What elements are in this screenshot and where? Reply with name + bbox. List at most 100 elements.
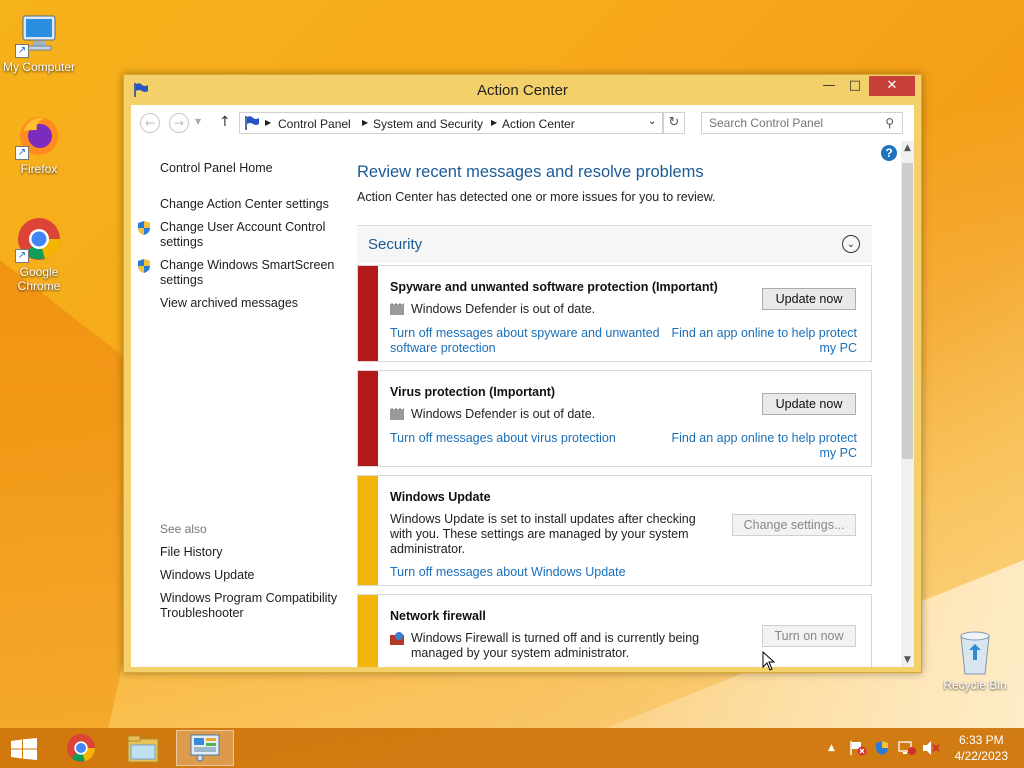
security-section-label: Security bbox=[368, 236, 423, 253]
flag-icon bbox=[244, 115, 260, 134]
security-section-header[interactable]: Security ⌄ bbox=[357, 225, 872, 263]
refresh-button[interactable]: ↻ bbox=[663, 112, 685, 134]
search-input[interactable] bbox=[702, 113, 872, 133]
scroll-down-arrow-icon[interactable]: ▼ bbox=[901, 655, 914, 665]
view-archived-messages-link[interactable]: View archived messages bbox=[160, 296, 340, 311]
action-center-flag-icon[interactable] bbox=[849, 740, 867, 760]
defender-icon bbox=[390, 303, 404, 315]
turn-on-now-button[interactable]: Turn on now bbox=[762, 625, 856, 647]
uac-shield-icon bbox=[137, 220, 151, 236]
file-history-link[interactable]: File History bbox=[160, 545, 340, 560]
main-content: ? Review recent messages and resolve pro… bbox=[351, 141, 914, 667]
chevron-right-icon: ▶ bbox=[491, 118, 498, 127]
windows-logo-icon bbox=[11, 738, 37, 760]
desktop-icon-label: Firefox bbox=[20, 162, 58, 176]
change-settings-button[interactable]: Change settings... bbox=[732, 514, 856, 536]
card-title: Network firewall bbox=[390, 609, 486, 623]
severity-stripe bbox=[358, 266, 378, 361]
page-title: Review recent messages and resolve probl… bbox=[357, 163, 704, 181]
turn-off-virus-messages-link[interactable]: Turn off messages about virus protection bbox=[390, 431, 660, 446]
severity-stripe bbox=[358, 371, 378, 466]
close-button[interactable]: ✕ bbox=[869, 76, 915, 96]
compatibility-troubleshooter-link[interactable]: Windows Program Compatibility Troublesho… bbox=[160, 591, 340, 621]
breadcrumb-control-panel[interactable]: Control Panel bbox=[278, 117, 351, 131]
sidebar: Control Panel Home Change Action Center … bbox=[131, 141, 351, 667]
breadcrumb-system-security[interactable]: System and Security bbox=[373, 117, 483, 131]
control-panel-icon bbox=[190, 734, 220, 762]
desktop-icon-firefox[interactable]: ↗ Firefox bbox=[1, 112, 77, 176]
card-message: Windows Defender is out of date. bbox=[411, 407, 596, 421]
windows-update-link[interactable]: Windows Update bbox=[160, 568, 340, 583]
card-title: Spyware and unwanted software protection… bbox=[390, 280, 718, 294]
firefox-icon: ↗ bbox=[15, 112, 63, 160]
title-bar[interactable]: Action Center — □ ✕ bbox=[124, 75, 921, 105]
change-uac-settings-link[interactable]: Change User Account Control settings bbox=[160, 220, 340, 250]
forward-button[interactable]: → bbox=[169, 113, 189, 133]
up-icon[interactable]: ↑ bbox=[219, 114, 231, 130]
action-center-window: Action Center — □ ✕ ← → ▼ ↑ ▶ Control Pa… bbox=[123, 74, 922, 673]
find-app-online-link[interactable]: Find an app online to help protect my PC bbox=[667, 326, 857, 356]
volume-muted-icon[interactable] bbox=[922, 740, 940, 760]
navigation-bar: ← → ▼ ↑ ▶ Control Panel ▶ System and Sec… bbox=[131, 105, 914, 141]
severity-stripe bbox=[358, 595, 378, 667]
desktop-icon-recycle-bin[interactable]: Recycle Bin bbox=[937, 630, 1013, 692]
desktop-icon-label: Google Chrome bbox=[17, 265, 61, 293]
breadcrumb-action-center[interactable]: Action Center bbox=[502, 117, 575, 131]
shortcut-arrow-icon: ↗ bbox=[15, 44, 29, 58]
severity-stripe bbox=[358, 476, 378, 585]
chevron-down-icon[interactable]: ⌄ bbox=[842, 235, 860, 253]
clock-time: 6:33 PM bbox=[958, 733, 1004, 747]
window-title: Action Center bbox=[477, 82, 568, 99]
scroll-up-arrow-icon[interactable]: ▲ bbox=[901, 143, 914, 153]
folder-icon bbox=[127, 735, 159, 763]
shortcut-arrow-icon: ↗ bbox=[15, 146, 29, 160]
desktop-icon-label: Recycle Bin bbox=[943, 678, 1007, 692]
search-icon[interactable]: ⚲ bbox=[885, 116, 894, 130]
change-action-center-settings-link[interactable]: Change Action Center settings bbox=[160, 197, 340, 212]
find-app-online-link[interactable]: Find an app online to help protect my PC bbox=[667, 431, 857, 461]
defender-icon bbox=[390, 408, 404, 420]
maximize-button[interactable]: □ bbox=[841, 76, 869, 96]
chevron-down-icon[interactable]: ⌄ bbox=[648, 116, 656, 127]
start-button[interactable] bbox=[0, 730, 48, 766]
turn-off-windows-update-messages-link[interactable]: Turn off messages about Windows Update bbox=[390, 565, 690, 580]
vertical-scrollbar[interactable]: ▲ ▼ bbox=[901, 141, 914, 667]
recycle-bin-icon bbox=[955, 630, 995, 676]
address-bar[interactable]: ▶ Control Panel ▶ System and Security ▶ … bbox=[239, 112, 663, 134]
control-panel-home-link[interactable]: Control Panel Home bbox=[160, 161, 340, 176]
mouse-cursor-icon bbox=[762, 651, 776, 671]
clock-date: 4/22/2023 bbox=[954, 749, 1008, 763]
network-shield-icon[interactable] bbox=[875, 740, 889, 760]
back-button[interactable]: ← bbox=[140, 113, 160, 133]
uac-shield-icon bbox=[137, 258, 151, 274]
search-box[interactable]: ⚲ bbox=[701, 112, 903, 134]
minimize-button[interactable]: — bbox=[815, 76, 843, 96]
card-message: Windows Defender is out of date. bbox=[411, 302, 596, 316]
network-firewall-card: Network firewall Windows Firewall is tur… bbox=[357, 594, 872, 667]
windows-update-card: Windows Update Windows Update is set to … bbox=[357, 475, 872, 586]
card-message: Windows Update is set to install updates… bbox=[390, 512, 696, 556]
window-client: ← → ▼ ↑ ▶ Control Panel ▶ System and Sec… bbox=[131, 105, 914, 667]
taskbar-chrome[interactable] bbox=[52, 730, 110, 766]
update-now-button[interactable]: Update now bbox=[762, 393, 856, 415]
taskbar: ▲ 6:33 PM 4/22/2023 bbox=[0, 728, 1024, 768]
desktop-icon-chrome[interactable]: ↗ Google Chrome bbox=[1, 215, 77, 293]
card-message: Windows Firewall is turned off and is cu… bbox=[411, 631, 700, 660]
taskbar-file-explorer[interactable] bbox=[114, 730, 172, 766]
spyware-protection-card: Spyware and unwanted software protection… bbox=[357, 265, 872, 362]
system-clock[interactable]: 6:33 PM 4/22/2023 bbox=[955, 732, 1008, 764]
change-smartscreen-settings-link[interactable]: Change Windows SmartScreen settings bbox=[160, 258, 340, 288]
turn-off-spyware-messages-link[interactable]: Turn off messages about spyware and unwa… bbox=[390, 326, 660, 356]
card-title: Windows Update bbox=[390, 490, 491, 504]
show-hidden-icons-icon[interactable]: ▲ bbox=[828, 743, 835, 753]
desktop-icon-my-computer[interactable]: ↗ My Computer bbox=[1, 10, 77, 74]
scrollbar-thumb[interactable] bbox=[902, 163, 913, 459]
taskbar-control-panel[interactable] bbox=[176, 730, 234, 766]
chrome-icon bbox=[67, 734, 95, 762]
chrome-icon: ↗ bbox=[15, 215, 63, 263]
network-icon[interactable] bbox=[898, 740, 916, 760]
chevron-right-icon: ▶ bbox=[265, 118, 272, 127]
recent-pages-icon[interactable]: ▼ bbox=[195, 117, 201, 126]
help-icon[interactable]: ? bbox=[881, 145, 897, 161]
update-now-button[interactable]: Update now bbox=[762, 288, 856, 310]
